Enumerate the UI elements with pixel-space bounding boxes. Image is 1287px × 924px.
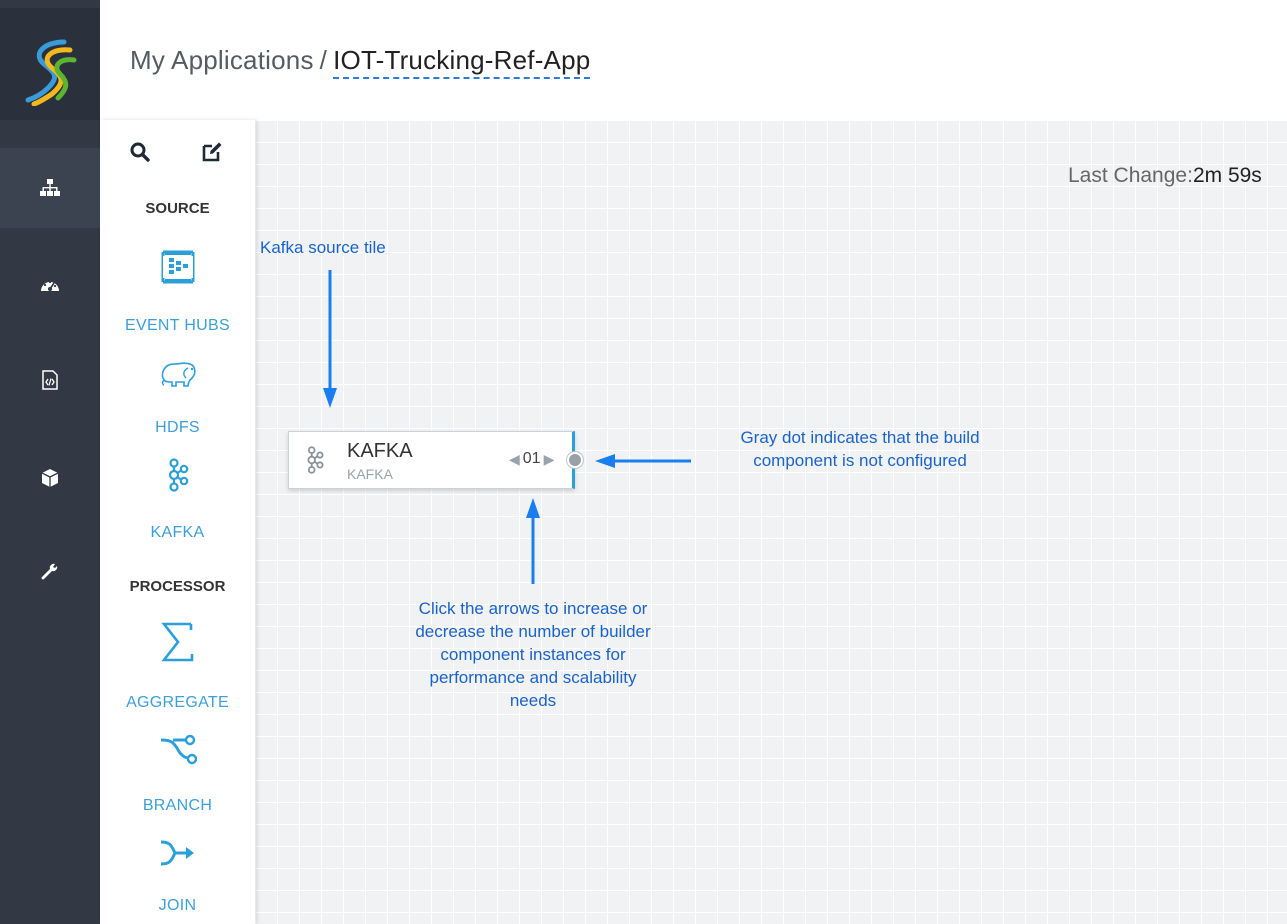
component-palette: SOURCE EVENT HUBS HDFS KAFKA PROCESSOR A… xyxy=(100,120,255,924)
wrench-icon xyxy=(41,563,58,580)
edit-icon[interactable] xyxy=(200,140,224,164)
annotation-source-tile: Kafka source tile xyxy=(260,238,386,257)
annotation-gray-dot: Gray dot indicates that the build compon… xyxy=(740,428,980,470)
palette-label-hdfs: HDFS xyxy=(155,419,200,436)
palette-item-event-hubs[interactable] xyxy=(100,250,255,284)
logo-container xyxy=(0,8,100,120)
search-icon[interactable] xyxy=(128,140,152,164)
last-change-info: Last Change:2m 59s xyxy=(1068,164,1262,188)
palette-toolbar xyxy=(100,140,255,170)
palette-item-hdfs[interactable] xyxy=(100,360,255,390)
nav-item-configuration[interactable] xyxy=(0,532,100,612)
kafka-node-icon xyxy=(307,446,324,474)
nav-item-code[interactable] xyxy=(0,340,100,420)
annotation-arrow-left xyxy=(595,454,691,468)
breadcrumb-separator: / xyxy=(319,45,328,75)
nav-item-applications[interactable] xyxy=(0,148,100,228)
app-logo-icon xyxy=(25,39,77,106)
increase-parallelism-icon[interactable]: ▶ xyxy=(544,451,555,468)
breadcrumb-root-link[interactable]: My Applications xyxy=(130,45,314,75)
last-change-value: 2m 59s xyxy=(1192,164,1262,187)
parallelism-control: ◀ 01 ▶ xyxy=(509,450,554,468)
left-nav-rail xyxy=(0,0,100,924)
palette-section-processor: PROCESSOR xyxy=(129,578,226,595)
node-title: KAFKA xyxy=(347,440,413,462)
dashboard-gauge-icon xyxy=(41,280,59,291)
decrease-parallelism-icon[interactable]: ◀ xyxy=(509,451,520,468)
branch-icon xyxy=(160,734,197,765)
sitemap-icon xyxy=(40,179,60,196)
palette-item-branch[interactable] xyxy=(100,732,255,766)
palette-item-join[interactable] xyxy=(100,838,255,868)
unconfigured-status-dot[interactable] xyxy=(567,452,583,468)
breadcrumb: My Applications / IOT-Trucking-Ref-App xyxy=(130,45,591,79)
kafka-icon xyxy=(168,458,188,492)
palette-label-join: JOIN xyxy=(158,897,197,914)
kafka-source-node[interactable]: KAFKA KAFKA ◀ 01 ▶ xyxy=(288,431,583,489)
page-header: My Applications / IOT-Trucking-Ref-App xyxy=(100,0,1287,120)
last-change-label: Last Change: xyxy=(1068,164,1193,187)
palette-section-source: SOURCE xyxy=(145,200,210,217)
palette-label-event-hubs: EVENT HUBS xyxy=(125,317,230,334)
annotation-arrows: Click the arrows to increase or decrease… xyxy=(415,599,651,710)
palette-item-aggregate[interactable] xyxy=(100,622,255,662)
palette-item-kafka[interactable] xyxy=(100,458,255,492)
nav-item-packages[interactable] xyxy=(0,438,100,518)
topology-canvas[interactable]: Last Change:2m 59s Kafka source tile KAF… xyxy=(255,120,1287,924)
event-hubs-icon xyxy=(161,250,194,284)
palette-label-kafka: KAFKA xyxy=(150,524,205,541)
sigma-icon xyxy=(160,622,193,662)
palette-label-branch: BRANCH xyxy=(142,797,213,814)
app-name-editable[interactable]: IOT-Trucking-Ref-App xyxy=(333,45,591,79)
parallelism-count: 01 xyxy=(522,450,541,467)
hdfs-elephant-icon xyxy=(161,362,196,387)
palette-label-aggregate: AGGREGATE xyxy=(126,694,229,711)
annotation-arrow-up xyxy=(526,498,540,584)
nav-item-dashboard[interactable] xyxy=(0,245,100,325)
annotation-arrow-down xyxy=(323,270,337,408)
code-file-icon xyxy=(42,370,58,390)
node-subtitle: KAFKA xyxy=(347,466,393,482)
join-icon xyxy=(160,840,194,866)
cube-icon xyxy=(41,469,59,487)
